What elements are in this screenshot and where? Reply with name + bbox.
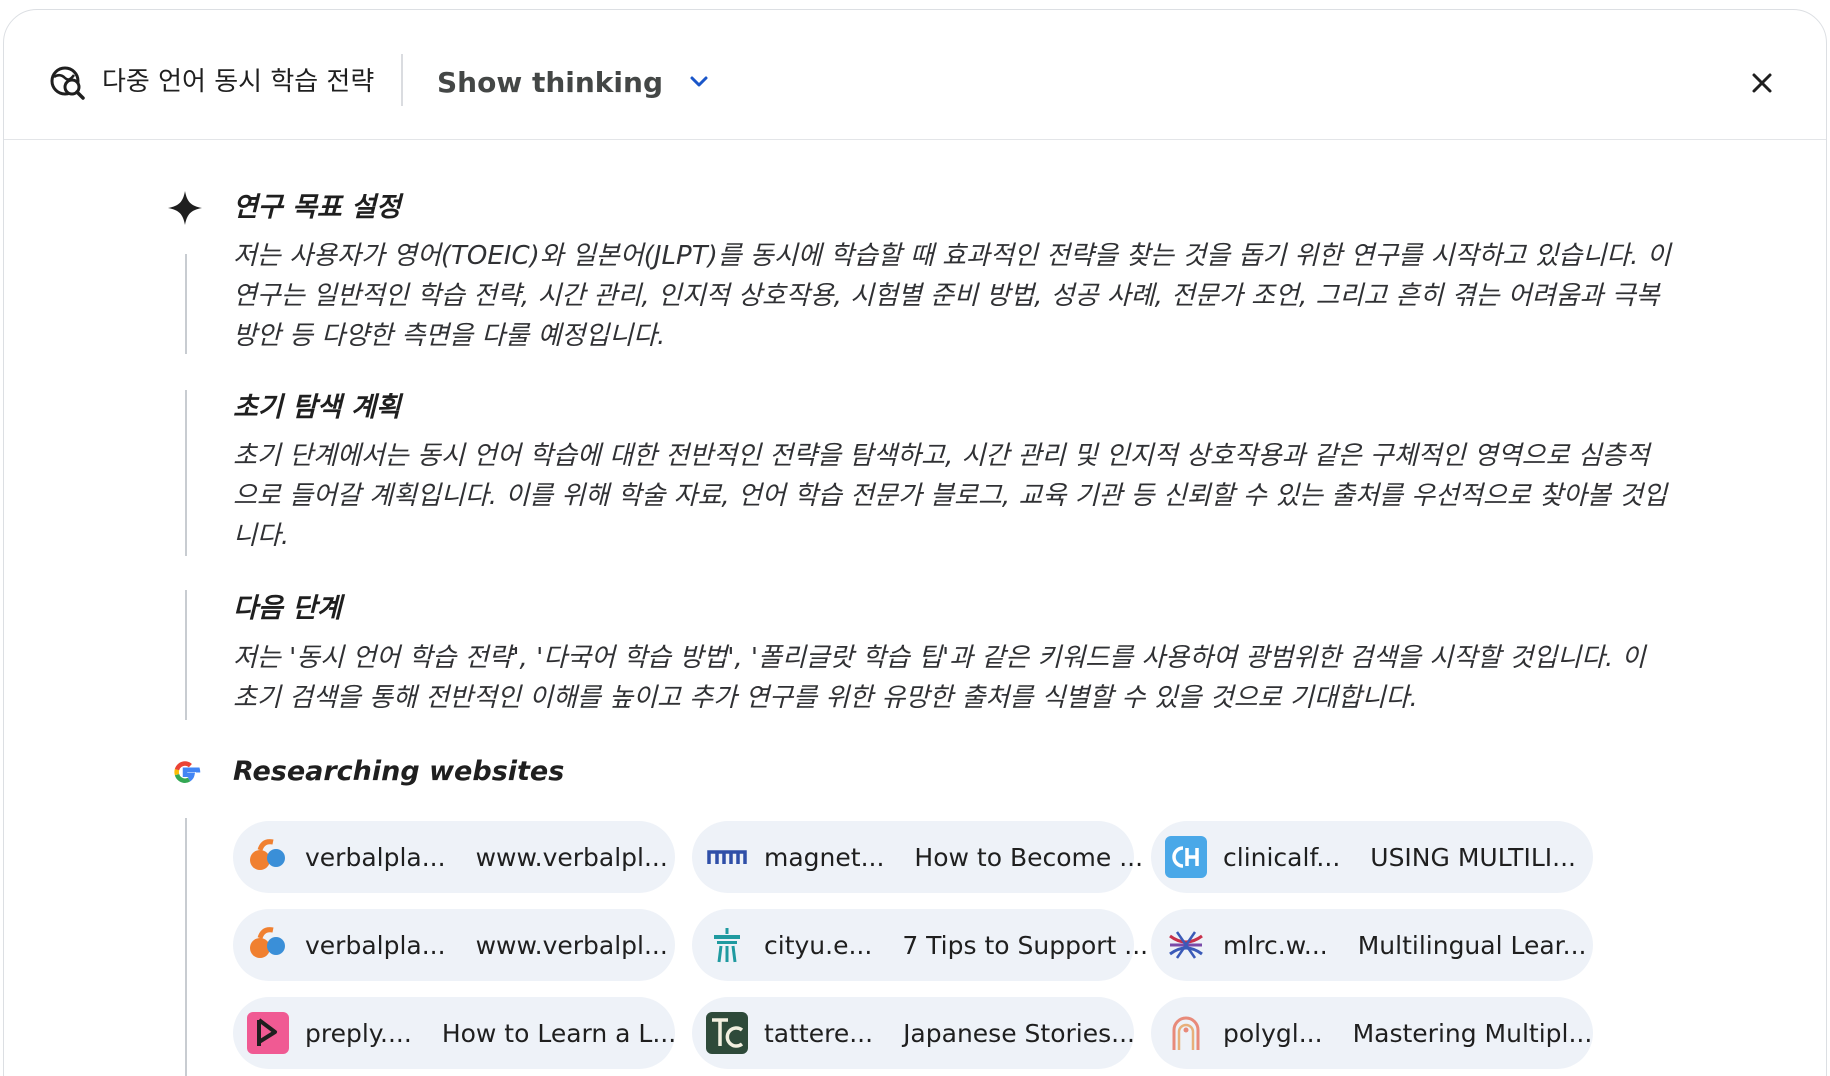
- show-thinking-toggle[interactable]: Show thinking: [437, 62, 713, 102]
- source-site: tattere...: [764, 1018, 874, 1048]
- researching-websites-title: Researching websites: [233, 756, 565, 787]
- source-site: clinicalf...: [1223, 842, 1341, 872]
- source-site: verbalpla...: [305, 842, 446, 872]
- source-chip[interactable]: magnet... How to Become ...: [692, 821, 1143, 893]
- research-globe-icon: [50, 66, 85, 100]
- source-title: Multilingual Lear...: [1357, 930, 1587, 960]
- magnet-icon: [706, 836, 748, 878]
- source-site: magnet...: [764, 842, 885, 872]
- timeline-line: [185, 590, 187, 720]
- show-thinking-label: Show thinking: [437, 65, 663, 99]
- source-title: www.verbalpl...: [475, 842, 668, 872]
- google-icon: [174, 761, 201, 783]
- header-divider: [401, 54, 403, 106]
- chevron-down-icon: [690, 76, 708, 87]
- source-chip[interactable]: mlrc.w... Multilingual Lear...: [1151, 909, 1593, 981]
- source-site: mlrc.w...: [1223, 930, 1328, 960]
- source-site: polygl...: [1223, 1018, 1323, 1048]
- source-title: Japanese Stories...: [903, 1018, 1135, 1048]
- source-title: www.verbalpl...: [475, 930, 668, 960]
- tattered-icon: [706, 1012, 748, 1054]
- verbalplanet-icon: [247, 836, 289, 878]
- source-title: Mastering Multipl...: [1352, 1018, 1593, 1048]
- source-chip[interactable]: polygl... Mastering Multipl...: [1151, 997, 1593, 1069]
- section-title: 초기 탐색 계획: [233, 392, 401, 423]
- source-chip[interactable]: tattere... Japanese Stories...: [692, 997, 1135, 1069]
- source-site: cityu.e...: [764, 930, 873, 960]
- section-body: 저는 '동시 언어 학습 전략', '다국어 학습 방법', '폴리글랏 학습 …: [233, 643, 1646, 713]
- timeline-line: [185, 254, 187, 354]
- source-title: How to Learn a L...: [441, 1018, 677, 1048]
- polyglot-icon: [1165, 1012, 1207, 1054]
- section-title: 연구 목표 설정: [233, 192, 401, 223]
- source-title: 7 Tips to Support ...: [902, 930, 1149, 960]
- timeline-line: [185, 390, 187, 556]
- preply-icon: [247, 1012, 289, 1054]
- panel-header: 다중 언어 동시 학습 전략 Show thinking: [4, 10, 1826, 140]
- source-chip[interactable]: cityu.e... 7 Tips to Support ...: [692, 909, 1148, 981]
- cityu-icon: [706, 924, 748, 966]
- verbalplanet-icon: [247, 924, 289, 966]
- clinicalforum-icon: [1165, 836, 1207, 878]
- source-chip[interactable]: verbalpla... www.verbalpl...: [233, 909, 675, 981]
- section-body: 저는 사용자가 영어(TOEIC)와 일본어(JLPT)를 동시에 학습할 때 …: [233, 241, 1671, 351]
- section-body: 초기 단계에서는 동시 언어 학습에 대한 전반적인 전략을 탐색하고, 시간 …: [233, 441, 1667, 551]
- source-site: verbalpla...: [305, 930, 446, 960]
- source-chip[interactable]: clinicalf... USING MULTILI...: [1151, 821, 1593, 893]
- source-site: preply....: [305, 1018, 412, 1048]
- source-chip[interactable]: preply.... How to Learn a L...: [233, 997, 677, 1069]
- timeline-line: [185, 818, 187, 1076]
- source-title: USING MULTILI...: [1370, 842, 1576, 872]
- source-title: How to Become ...: [914, 842, 1144, 872]
- mlrc-icon: [1165, 924, 1207, 966]
- source-chip[interactable]: verbalpla... www.verbalpl...: [233, 821, 675, 893]
- sparkle-icon: [168, 191, 202, 225]
- close-icon[interactable]: [1744, 65, 1780, 101]
- research-title: 다중 언어 동시 학습 전략: [102, 67, 375, 97]
- section-title: 다음 단계: [233, 593, 342, 624]
